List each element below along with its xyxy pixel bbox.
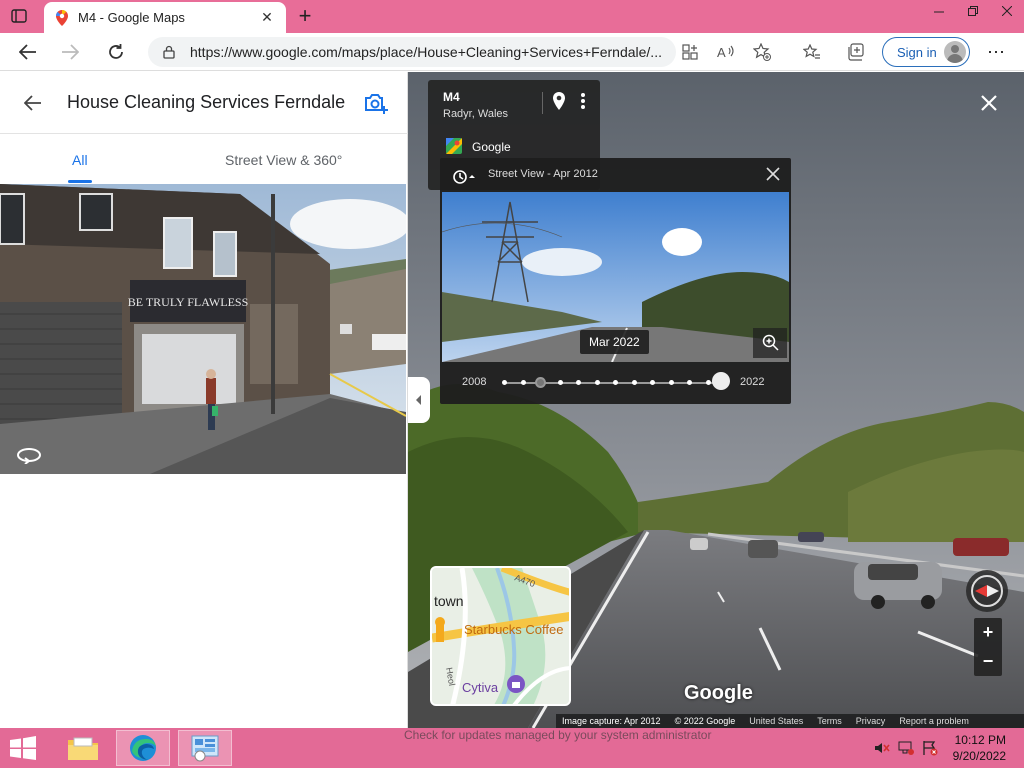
zoom-controls: + − [974, 618, 1002, 676]
timeline-date-dot[interactable] [613, 380, 618, 385]
brand-label: Google [472, 140, 511, 154]
add-photo-icon[interactable] [363, 91, 389, 115]
image-capture-date: Image capture: Apr 2012 [562, 716, 661, 726]
edge-browser-icon[interactable] [116, 730, 170, 766]
timeline-date-dot[interactable] [631, 380, 637, 385]
url-text: https://www.google.com/maps/place/House+… [190, 44, 662, 60]
minimize-button[interactable] [922, 0, 956, 22]
avatar-icon [944, 41, 966, 63]
app-available-icon[interactable] [678, 40, 702, 64]
tab-title: M4 - Google Maps [78, 10, 185, 25]
timeline-start-year: 2008 [462, 376, 487, 388]
minimap-label-town: town [434, 593, 464, 609]
timeline-date-dot[interactable] [594, 380, 600, 385]
divider [542, 92, 543, 114]
street-view-canvas[interactable]: M4 Radyr, Wales Google Street View - Apr… [408, 72, 1024, 728]
timeline-selected-marker[interactable] [535, 377, 546, 388]
volume-muted-icon[interactable] [874, 740, 890, 756]
svg-text:A: A [717, 45, 726, 60]
favorites-icon[interactable] [800, 40, 824, 64]
footer-link-united-states[interactable]: United States [749, 716, 803, 726]
lock-icon [163, 45, 175, 59]
panel-back-button[interactable] [20, 90, 46, 116]
active-tab-indicator [68, 180, 92, 183]
rotate-360-icon[interactable] [16, 446, 42, 465]
restore-button[interactable] [956, 0, 990, 22]
copyright-text: © 2022 Google [674, 716, 736, 726]
footer-link-report-problem[interactable]: Report a problem [899, 716, 969, 726]
location-title: M4 [443, 90, 460, 104]
update-notice: Check for updates managed by your system… [404, 728, 712, 742]
timeline-date-dot[interactable] [668, 380, 674, 385]
read-aloud-icon[interactable]: A [714, 40, 738, 64]
clock-date: 9/20/2022 [952, 749, 1006, 763]
zoom-out-button[interactable]: − [974, 647, 1002, 676]
map-pin-icon[interactable] [552, 92, 566, 110]
place-photo[interactable]: BE TRULY FLAWLESS [0, 184, 406, 474]
collections-icon[interactable] [844, 40, 868, 64]
browser-tab[interactable]: M4 - Google Maps ✕ [44, 2, 286, 33]
address-bar[interactable]: https://www.google.com/maps/place/House+… [148, 37, 676, 67]
history-clock-icon[interactable] [452, 168, 476, 186]
minimap-label-cytiva: Cytiva [462, 680, 499, 695]
minimap[interactable]: town Starbucks Coffee Cytiva A470 Heol [430, 566, 571, 706]
browser-titlebar: M4 - Google Maps ✕ + [0, 0, 1024, 33]
location-subtitle: Radyr, Wales [443, 108, 509, 120]
zoom-in-button[interactable]: + [974, 618, 1002, 647]
timeline-end-year: 2022 [740, 376, 765, 388]
file-explorer-icon[interactable] [56, 730, 110, 766]
maps-favicon-icon [54, 9, 70, 26]
refresh-button[interactable] [104, 40, 128, 64]
footer-link-privacy[interactable]: Privacy [856, 716, 886, 726]
shop-sign-text: BE TRULY FLAWLESS [128, 295, 249, 309]
tab-actions-icon[interactable] [8, 6, 30, 26]
panel-header: House Cleaning Services Ferndale [0, 72, 408, 134]
clock-time: 10:12 PM [954, 733, 1006, 747]
close-time-machine-icon[interactable] [765, 166, 781, 182]
collapse-panel-button[interactable] [408, 377, 430, 423]
zoom-preview-button[interactable] [753, 328, 787, 358]
footer-link-terms[interactable]: Terms [817, 716, 842, 726]
google-watermark: Google [684, 682, 753, 704]
close-street-view-icon[interactable] [978, 92, 1000, 114]
settings-more-button[interactable]: ⋯ [984, 40, 1008, 64]
network-icon[interactable] [898, 740, 914, 756]
street-view-footer: Image capture: Apr 2012 © 2022 Google Un… [556, 714, 1024, 728]
selected-date-tooltip: Mar 2022 [580, 330, 649, 354]
close-window-button[interactable] [990, 0, 1024, 22]
tab-close-button[interactable]: ✕ [258, 9, 276, 26]
timeline-date-dot[interactable] [576, 380, 581, 385]
tab-all[interactable]: All [72, 152, 88, 168]
forward-button[interactable] [58, 40, 82, 64]
google-maps-logo-icon [446, 138, 462, 154]
sign-in-button[interactable]: Sign in [882, 37, 970, 67]
more-vert-icon[interactable] [580, 92, 586, 110]
action-center-icon[interactable] [922, 740, 938, 756]
taskbar: Check for updates managed by your system… [0, 728, 1024, 768]
time-machine-panel: Street View - Apr 2012 Mar 2022 2008 202… [440, 158, 791, 404]
window-controls [922, 0, 1024, 22]
place-panel: House Cleaning Services Ferndale All Str… [0, 72, 408, 728]
street-view-date-label: Street View - Apr 2012 [488, 168, 598, 180]
add-favorite-icon[interactable] [750, 40, 774, 64]
timeline-date-dot[interactable] [705, 380, 711, 385]
windows-start-icon[interactable] [8, 736, 38, 760]
timeline-date-dot[interactable] [687, 380, 692, 385]
system-clock[interactable]: 10:12 PM 9/20/2022 [953, 732, 1006, 764]
timeline-date-dot[interactable] [502, 380, 507, 385]
timeline-date-dot[interactable] [520, 380, 526, 385]
timeline-date-dot[interactable] [557, 380, 563, 385]
timeline-slider-handle[interactable] [712, 372, 730, 390]
minimap-label-starbucks: Starbucks Coffee [464, 622, 563, 637]
place-title: House Cleaning Services Ferndale [67, 92, 346, 112]
back-button[interactable] [16, 40, 40, 64]
compass-icon[interactable] [964, 568, 1010, 614]
browser-toolbar: https://www.google.com/maps/place/House+… [0, 33, 1024, 71]
sign-in-label: Sign in [897, 44, 937, 60]
control-panel-icon[interactable] [178, 730, 232, 766]
timeline-date-dot[interactable] [650, 380, 655, 385]
new-tab-button[interactable]: + [292, 4, 318, 30]
panel-tabs: All Street View & 360° [0, 134, 408, 184]
tab-street-view-360[interactable]: Street View & 360° [225, 152, 342, 168]
